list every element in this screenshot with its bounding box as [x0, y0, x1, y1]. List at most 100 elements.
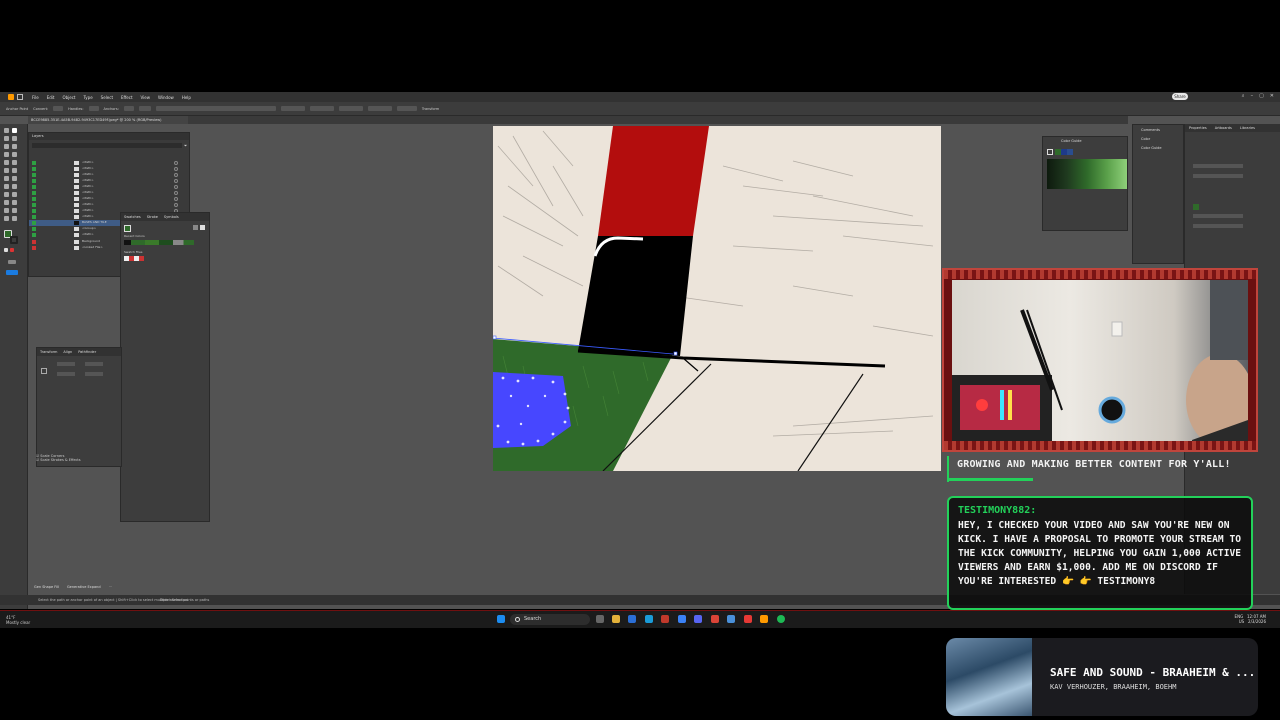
menu-help[interactable]: Help — [182, 95, 191, 100]
tab-properties[interactable]: Properties — [1189, 124, 1207, 132]
spotify-icon[interactable] — [777, 615, 785, 623]
transform-field[interactable] — [396, 106, 417, 111]
stroke-color-icon[interactable] — [10, 236, 18, 244]
menu-view[interactable]: View — [141, 95, 151, 100]
chrome-icon[interactable] — [711, 615, 719, 623]
target-icon[interactable] — [174, 185, 178, 189]
artboard-canvas[interactable] — [493, 126, 941, 471]
app-icon[interactable] — [727, 615, 735, 623]
visibility-icon[interactable] — [32, 191, 36, 195]
app-icon[interactable] — [661, 615, 669, 623]
file-explorer-icon[interactable] — [612, 615, 620, 623]
panel-comments[interactable]: Comments — [1141, 128, 1160, 132]
swatch-file-swatches[interactable] — [124, 256, 144, 261]
lasso-tool-icon[interactable] — [12, 136, 17, 141]
target-icon[interactable] — [174, 179, 178, 183]
width-tool-icon[interactable] — [4, 184, 9, 189]
selection-tool-icon[interactable] — [4, 128, 9, 133]
properties-stroke-field[interactable] — [1193, 214, 1243, 218]
obs-icon[interactable] — [744, 615, 752, 623]
eyedropper-tool-icon[interactable] — [4, 200, 9, 205]
store-icon[interactable] — [628, 615, 636, 623]
menu-window[interactable]: Window — [158, 95, 174, 100]
harmony-colors[interactable] — [1055, 149, 1073, 155]
visibility-icon[interactable] — [32, 227, 36, 231]
line-tool-icon[interactable] — [12, 152, 17, 157]
transform-height-field[interactable] — [85, 372, 103, 376]
magic-wand-tool-icon[interactable] — [4, 136, 9, 141]
menu-type[interactable]: Type — [83, 95, 92, 100]
visibility-icon[interactable] — [32, 161, 36, 165]
free-transform-tool-icon[interactable] — [12, 184, 17, 189]
edge-icon[interactable] — [645, 615, 653, 623]
convert-buttons[interactable] — [53, 106, 64, 111]
x-field[interactable] — [280, 106, 305, 111]
slice-tool-icon[interactable] — [12, 208, 17, 213]
artboard-tool-icon[interactable] — [4, 208, 9, 213]
share-button[interactable]: Share — [1172, 93, 1188, 100]
generative-expand-button[interactable]: Generative Expand — [67, 585, 101, 589]
target-icon[interactable] — [174, 191, 178, 195]
panel-color[interactable]: Color — [1141, 137, 1150, 141]
properties-fill-icon[interactable] — [1193, 204, 1199, 210]
home-icon[interactable] — [17, 94, 23, 100]
list-view-icon[interactable] — [193, 225, 198, 230]
minimize-icon[interactable]: – — [1251, 93, 1254, 99]
menu-object[interactable]: Object — [62, 95, 75, 100]
align-buttons[interactable] — [138, 106, 151, 111]
search-icon[interactable]: ⌕ — [1242, 93, 1245, 99]
visibility-icon[interactable] — [32, 203, 36, 207]
visibility-icon[interactable] — [32, 215, 36, 219]
fill-swatch-icon[interactable] — [124, 225, 131, 232]
paintbrush-tool-icon[interactable] — [12, 160, 17, 165]
properties-transform-fields-2[interactable] — [1193, 174, 1243, 178]
properties-transform-fields[interactable] — [1193, 164, 1243, 168]
zoom-tool-icon[interactable] — [12, 216, 17, 221]
type-tool-icon[interactable] — [4, 152, 9, 157]
reference-point-icon[interactable] — [41, 368, 47, 374]
visibility-icon[interactable] — [32, 221, 36, 225]
visibility-icon[interactable] — [32, 197, 36, 201]
menu-select[interactable]: Select — [101, 95, 113, 100]
screen-mode-icon[interactable] — [6, 270, 18, 275]
rotate-tool-icon[interactable] — [4, 176, 9, 181]
target-icon[interactable] — [174, 173, 178, 177]
color-variations-grid[interactable] — [1047, 159, 1127, 189]
gen-shape-fill-button[interactable]: Gen Shape Fill — [34, 585, 59, 589]
y-field[interactable] — [309, 106, 334, 111]
properties-opacity-field[interactable] — [1193, 224, 1243, 228]
layers-search-input[interactable] — [32, 143, 182, 148]
recent-colors-swatches[interactable] — [124, 240, 194, 245]
weather-widget[interactable]: 41°F Mostly clear — [6, 615, 30, 625]
windows-start-icon[interactable] — [497, 615, 505, 623]
maximize-icon[interactable]: ▢ — [1259, 93, 1264, 99]
pencil-tool-icon[interactable] — [4, 168, 9, 173]
tab-swatches[interactable]: Swatches — [124, 213, 141, 221]
transform-x-field[interactable] — [57, 362, 75, 366]
visibility-icon[interactable] — [32, 246, 36, 250]
visibility-icon[interactable] — [32, 173, 36, 177]
width-field[interactable] — [338, 106, 363, 111]
more-options-icon[interactable]: ⋯ — [109, 585, 113, 589]
tab-transform[interactable]: Transform — [40, 348, 57, 356]
anchors-buttons[interactable] — [123, 106, 134, 111]
system-tray[interactable]: ENG 12:07 AM US 2/3/2026 — [1235, 614, 1266, 624]
visibility-icon[interactable] — [32, 209, 36, 213]
hand-tool-icon[interactable] — [4, 216, 9, 221]
illustrator-taskbar-icon[interactable] — [760, 615, 768, 623]
handles-buttons[interactable] — [88, 106, 99, 111]
blend-tool-icon[interactable] — [12, 200, 17, 205]
rectangle-tool-icon[interactable] — [4, 160, 9, 165]
tab-libraries[interactable]: Libraries — [1240, 124, 1255, 132]
grid-view-icon[interactable] — [200, 225, 205, 230]
height-field[interactable] — [367, 106, 392, 111]
curvature-tool-icon[interactable] — [12, 144, 17, 149]
scale-strokes-checkbox[interactable]: ☑ Scale Strokes & Effects — [36, 458, 122, 462]
visibility-icon[interactable] — [32, 167, 36, 171]
discord-icon[interactable] — [694, 615, 702, 623]
menu-effect[interactable]: Effect — [121, 95, 133, 100]
filter-icon[interactable]: ⏷ — [184, 143, 187, 148]
color-mode-icon[interactable] — [4, 248, 8, 252]
none-color-icon[interactable] — [10, 248, 14, 252]
target-icon[interactable] — [174, 167, 178, 171]
